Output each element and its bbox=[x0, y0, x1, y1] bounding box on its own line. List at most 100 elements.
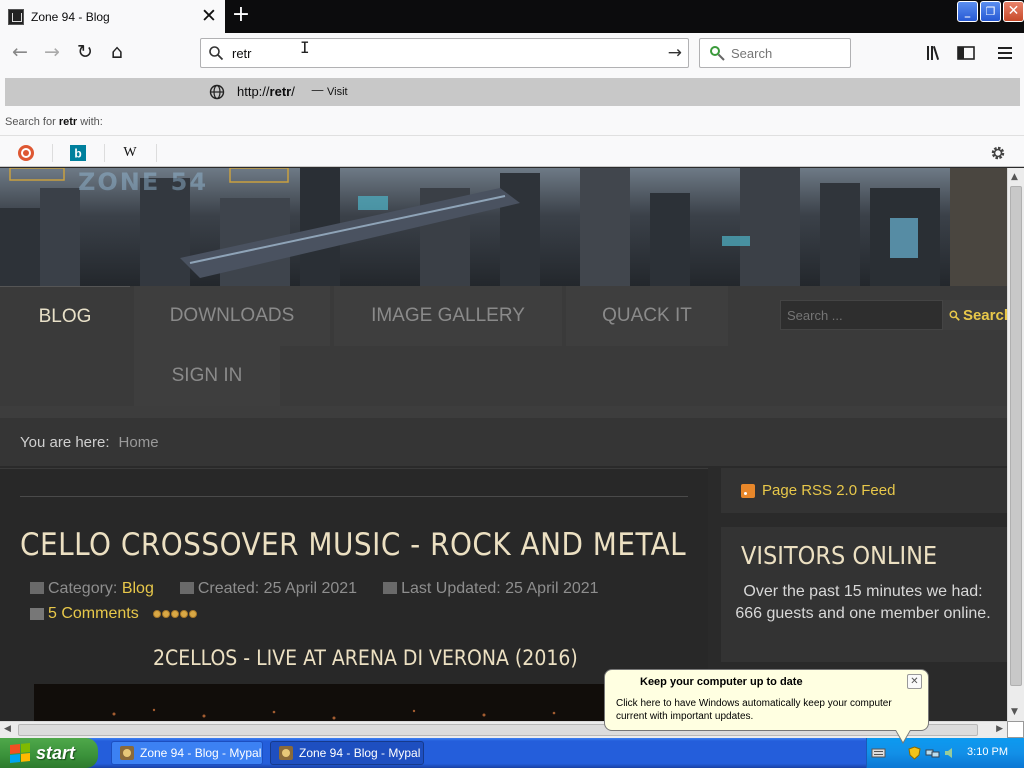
svg-text:b: b bbox=[74, 147, 81, 161]
engine-separator bbox=[156, 144, 157, 162]
rating-star-icon bbox=[161, 610, 170, 618]
security-shield-icon[interactable] bbox=[907, 746, 922, 760]
taskbar-window-button[interactable]: Zone 94 - Blog - Mypal bbox=[111, 741, 263, 765]
url-autocomplete-popup: http://retr/ — Visit Search for retr wit… bbox=[0, 73, 1024, 167]
search-input[interactable] bbox=[731, 44, 841, 62]
scroll-up-arrow-icon[interactable]: ▲ bbox=[1011, 172, 1018, 182]
scroll-right-arrow-icon[interactable]: ▶ bbox=[996, 724, 1003, 734]
restore-button[interactable]: ❐ bbox=[980, 1, 1001, 22]
calendar-icon bbox=[179, 582, 194, 594]
bing-icon[interactable]: b bbox=[52, 141, 104, 165]
vertical-scrollbar[interactable]: ▲ ▼ bbox=[1007, 168, 1024, 721]
main-menu: BLOG DOWNLOADS IMAGE GALLERY QUACK IT SI… bbox=[0, 286, 1007, 406]
comment-icon bbox=[30, 608, 44, 620]
url-bar[interactable]: → bbox=[200, 38, 689, 68]
go-arrow-icon[interactable]: → bbox=[668, 43, 682, 63]
back-button[interactable]: ← bbox=[6, 39, 34, 67]
start-button[interactable]: start bbox=[0, 738, 98, 768]
scrollbar-corner bbox=[1007, 721, 1024, 738]
site-search-button[interactable]: Search bbox=[943, 300, 1007, 330]
visitors-online-box: VISITORS ONLINE Over the past 15 minutes… bbox=[721, 527, 1007, 662]
site-logo[interactable]: ZONE 54 bbox=[78, 168, 208, 196]
search-for-label: Search for retr with: bbox=[5, 116, 103, 128]
category-link[interactable]: Blog bbox=[122, 580, 154, 597]
article-title[interactable]: CELLO CROSSOVER MUSIC - ROCK AND METAL bbox=[20, 527, 686, 563]
start-label: start bbox=[36, 742, 76, 763]
balloon-text[interactable]: Click here to have Windows automatically… bbox=[616, 697, 921, 723]
balloon-close-icon[interactable]: ✕ bbox=[907, 674, 922, 689]
update-notification-balloon[interactable]: Keep your computer up to date Click here… bbox=[604, 669, 929, 744]
concert-lights-image bbox=[34, 684, 674, 721]
tab-bar: Zone 94 - Blog ✕ + _ ❐ ✕ bbox=[0, 0, 1024, 33]
site-banner: ZONE 54 bbox=[0, 168, 1007, 286]
scroll-left-arrow-icon[interactable]: ◀ bbox=[4, 724, 11, 734]
system-tray: 3:10 PM bbox=[866, 738, 1024, 768]
forward-button[interactable]: → bbox=[38, 39, 66, 67]
volume-icon[interactable] bbox=[943, 746, 958, 760]
site-search-input[interactable] bbox=[781, 301, 931, 329]
menu-item-downloads[interactable]: DOWNLOADS bbox=[134, 286, 330, 346]
url-input[interactable] bbox=[232, 44, 652, 62]
keyboard-icon[interactable] bbox=[871, 746, 886, 760]
suggestion-action-label: Visit bbox=[327, 86, 348, 98]
home-button[interactable]: ⌂ bbox=[103, 39, 131, 67]
network-icon[interactable] bbox=[925, 746, 940, 760]
menu-item-sign-in[interactable]: SIGN IN bbox=[134, 346, 280, 406]
gear-icon[interactable] bbox=[989, 144, 1007, 162]
search-bar[interactable] bbox=[699, 38, 851, 68]
rss-icon bbox=[741, 483, 755, 498]
url-suggestion-row[interactable]: http://retr/ — Visit bbox=[5, 78, 1020, 106]
reload-button[interactable]: ↻ bbox=[71, 39, 99, 67]
divider bbox=[20, 496, 688, 497]
window-controls: _ ❐ ✕ bbox=[955, 1, 1024, 22]
rss-feed-box: Page RSS 2.0 Feed bbox=[721, 468, 1007, 513]
scroll-down-arrow-icon[interactable]: ▼ bbox=[1011, 707, 1018, 717]
wikipedia-icon[interactable]: W bbox=[104, 141, 156, 165]
visitors-title: VISITORS ONLINE bbox=[741, 541, 938, 570]
comments-link[interactable]: 5 Comments bbox=[48, 605, 139, 623]
search-engine-icon bbox=[710, 46, 725, 61]
mypal-icon bbox=[120, 746, 134, 760]
comments-row: 5 Comments bbox=[30, 605, 198, 623]
calendar-icon bbox=[383, 582, 398, 594]
library-icon[interactable] bbox=[921, 39, 949, 67]
taskbar-window-button-active[interactable]: Zone 94 - Blog - Mypal bbox=[270, 741, 424, 765]
star-rating[interactable] bbox=[152, 610, 198, 618]
site-search-field[interactable] bbox=[780, 300, 943, 330]
sidebar-icon[interactable] bbox=[952, 39, 980, 67]
embedded-video[interactable] bbox=[34, 684, 674, 721]
tab-close-icon[interactable]: ✕ bbox=[199, 6, 219, 27]
article-created: Created: 25 April 2021 bbox=[179, 580, 357, 598]
minimize-button[interactable]: _ bbox=[957, 1, 978, 22]
menu-icon[interactable] bbox=[991, 39, 1019, 67]
breadcrumb-home-link[interactable]: Home bbox=[119, 434, 159, 451]
folder-icon bbox=[30, 582, 44, 594]
breadcrumb-label: You are here: bbox=[20, 433, 110, 451]
search-icon bbox=[209, 46, 224, 61]
rating-star-icon bbox=[188, 610, 197, 618]
close-window-button[interactable]: ✕ bbox=[1003, 1, 1024, 22]
rating-star-icon bbox=[179, 610, 188, 618]
breadcrumb: You are here: Home bbox=[0, 406, 1007, 466]
site-search-button-label: Search bbox=[962, 306, 1007, 324]
rss-feed-link[interactable]: Page RSS 2.0 Feed bbox=[762, 482, 895, 499]
tab-zone94-blog[interactable]: Zone 94 - Blog ✕ bbox=[0, 0, 225, 33]
text-cursor-icon: I bbox=[300, 38, 310, 57]
menu-item-image-gallery[interactable]: IMAGE GALLERY bbox=[334, 286, 562, 346]
article-container: CELLO CROSSOVER MUSIC - ROCK AND METAL C… bbox=[0, 468, 708, 721]
security-shield-icon bbox=[621, 677, 631, 688]
one-off-search-engines: b W bbox=[0, 135, 1024, 167]
clock[interactable]: 3:10 PM bbox=[967, 746, 1008, 758]
new-tab-button[interactable]: + bbox=[228, 3, 254, 29]
tab-title: Zone 94 - Blog bbox=[31, 9, 110, 24]
menu-item-quack-it[interactable]: QUACK IT bbox=[566, 286, 728, 346]
vertical-scroll-thumb[interactable] bbox=[1010, 186, 1022, 686]
site-favicon-icon bbox=[8, 8, 24, 25]
menu-item-blog[interactable]: BLOG bbox=[0, 286, 130, 346]
article-category: Category: Blog bbox=[30, 580, 154, 598]
rating-star-icon bbox=[152, 610, 161, 618]
suggestion-separator: — bbox=[311, 83, 324, 98]
article-meta: Category: Blog Created: 25 April 2021 La… bbox=[30, 580, 625, 598]
taskbar-window-label: Zone 94 - Blog - Mypal bbox=[140, 746, 262, 760]
duckduckgo-icon[interactable] bbox=[0, 141, 52, 165]
